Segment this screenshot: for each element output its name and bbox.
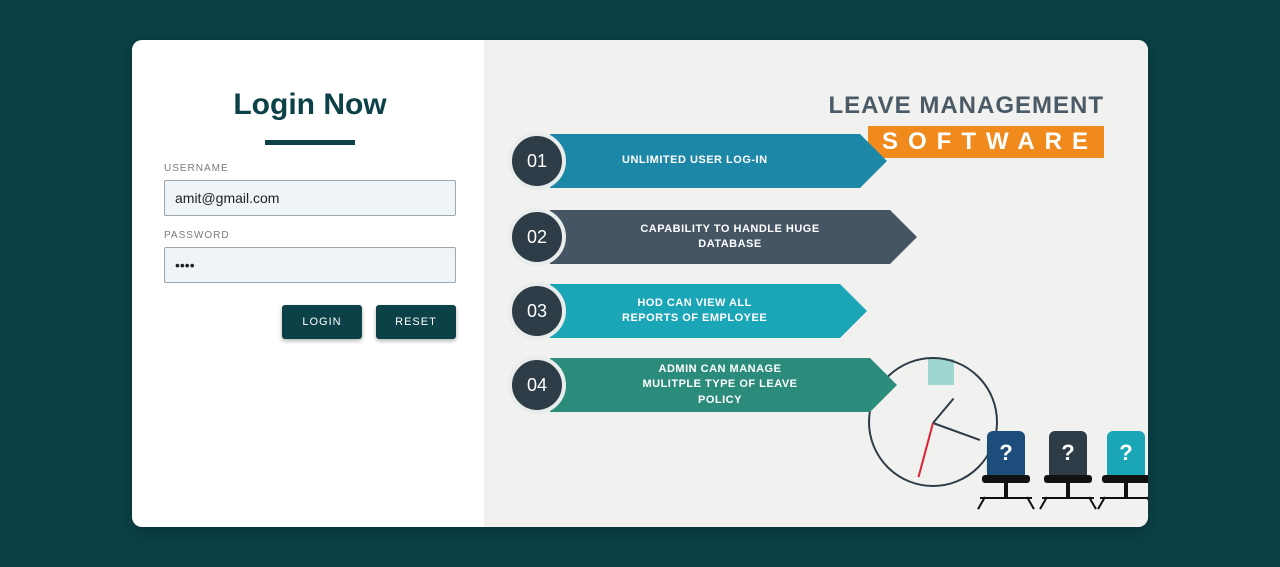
promo-panel: LEAVE MANAGEMENT SOFTWARE 01 UNLIMITED U… — [484, 40, 1148, 527]
decorative-graphic: ? ? ? — [868, 357, 1128, 517]
password-label: PASSWORD — [164, 230, 456, 241]
login-form: Login Now USERNAME PASSWORD LOGIN RESET — [132, 40, 484, 527]
username-label: USERNAME — [164, 163, 456, 174]
feature-number: 04 — [508, 356, 566, 414]
feature-number: 03 — [508, 282, 566, 340]
promo-title-line1: LEAVE MANAGEMENT — [828, 92, 1104, 120]
chair-icon: ? — [1038, 431, 1098, 517]
chair-icon: ? — [1096, 431, 1148, 517]
username-input[interactable] — [164, 180, 456, 216]
feature-text: CAPABILITY TO HANDLE HUGE DATABASE — [550, 210, 890, 264]
feature-text: UNLIMITED USER LOG-IN — [550, 134, 860, 188]
login-title: Login Now — [164, 88, 456, 122]
feature-text: HOD CAN VIEW ALL REPORTS OF EMPLOYEE — [550, 284, 840, 338]
feature-text: ADMIN CAN MANAGE MULITPLE TYPE OF LEAVE … — [550, 358, 870, 412]
chair-icon: ? — [976, 431, 1036, 517]
login-card: Login Now USERNAME PASSWORD LOGIN RESET … — [132, 40, 1148, 527]
title-underline — [265, 140, 355, 145]
reset-button[interactable]: RESET — [376, 305, 456, 339]
feature-number: 01 — [508, 132, 566, 190]
feature-number: 02 — [508, 208, 566, 266]
password-input[interactable] — [164, 247, 456, 283]
login-button[interactable]: LOGIN — [282, 305, 362, 339]
promo-title-line2: SOFTWARE — [868, 126, 1104, 158]
button-row: LOGIN RESET — [164, 305, 456, 339]
